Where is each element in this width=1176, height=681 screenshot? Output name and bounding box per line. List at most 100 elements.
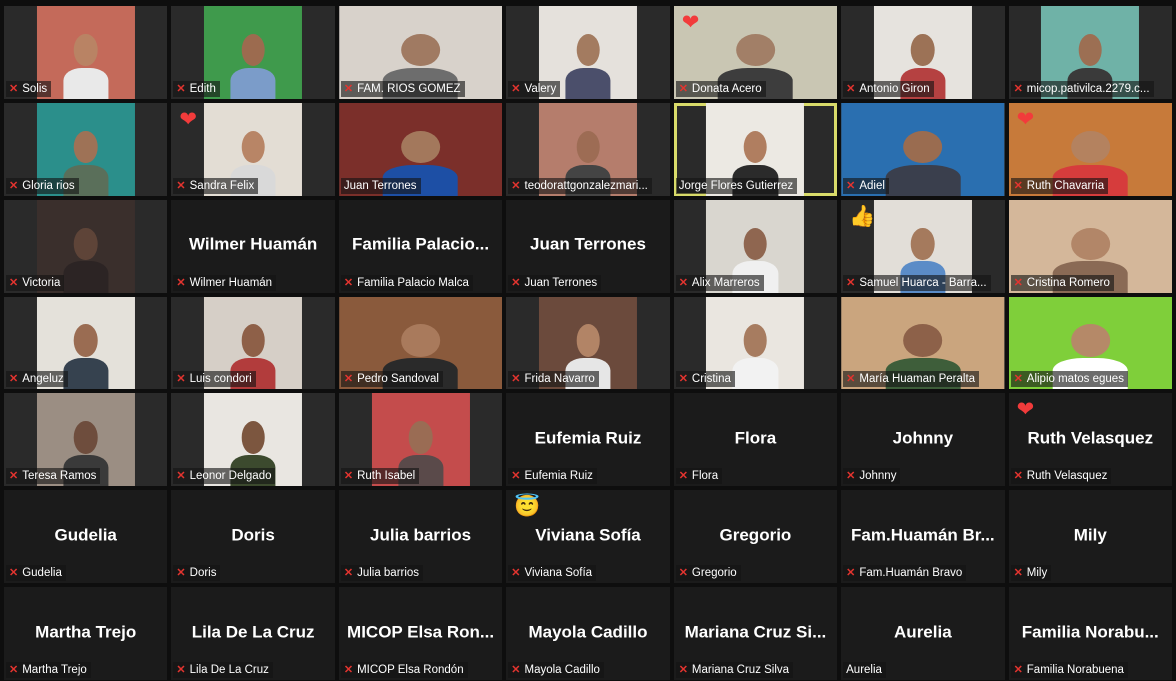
participant-tile[interactable]: Fam.Huamán Br... ✕ Fam.Huamán Bravo bbox=[841, 490, 1005, 584]
muted-microphone-icon: ✕ bbox=[678, 470, 688, 483]
participant-name-tag: Jorge Flores Gutierrez bbox=[675, 177, 798, 194]
participant-tile[interactable]: Mariana Cruz Si... ✕ Mariana Cruz Silva bbox=[673, 587, 838, 680]
participant-tile[interactable]: ✕ Cristina Romero bbox=[1008, 199, 1172, 293]
participant-tile[interactable]: ✕ Solis bbox=[4, 6, 168, 99]
silhouette-head bbox=[743, 227, 768, 261]
participant-name-tag: ✕ Gloria rios bbox=[6, 177, 79, 194]
participant-name: Donata Acero bbox=[691, 82, 762, 95]
participant-tile[interactable]: ✕ Alipio matos egues bbox=[1008, 296, 1172, 390]
participant-silhouette bbox=[230, 33, 276, 99]
participant-tile[interactable]: ✕ Angeluz bbox=[4, 296, 168, 390]
participant-tile[interactable]: Jorge Flores Gutierrez bbox=[673, 102, 838, 196]
participant-name: teodorattgonzalezmari... bbox=[524, 179, 648, 192]
participant-name: Frida Navarro bbox=[524, 373, 595, 386]
participant-tile[interactable]: Wilmer Huamán ✕ Wilmer Huamán bbox=[171, 199, 335, 293]
participant-tile[interactable]: Johnny ✕ Johnny bbox=[841, 393, 1005, 487]
participant-name: Angeluz bbox=[22, 373, 64, 386]
participant-tile[interactable]: ✕ Adiel bbox=[841, 102, 1005, 196]
participant-tile[interactable]: Aurelia Aurelia bbox=[841, 587, 1005, 680]
muted-microphone-icon: ✕ bbox=[846, 567, 856, 580]
participant-tile[interactable]: Mayola Cadillo ✕ Mayola Cadillo bbox=[506, 587, 670, 680]
participant-tile[interactable]: ✕ Frida Navarro bbox=[506, 296, 670, 390]
muted-microphone-icon: ✕ bbox=[343, 567, 354, 580]
participant-tile[interactable]: Gregorio ✕ Gregorio bbox=[673, 490, 838, 584]
participant-silhouette bbox=[565, 33, 611, 99]
muted-microphone-icon: ✕ bbox=[9, 179, 19, 192]
participant-display-name: Ruth Velasquez bbox=[1027, 428, 1154, 448]
participant-tile[interactable]: ✕ Ruth Isabel bbox=[338, 393, 503, 487]
participant-name: Gregorio bbox=[691, 567, 737, 580]
silhouette-head bbox=[1070, 324, 1110, 357]
participant-tile[interactable]: ✕ Leonor Delgado bbox=[171, 393, 335, 487]
participant-tile[interactable]: Familia Palacio... ✕ Familia Palacio Malca bbox=[338, 199, 503, 293]
participant-tile[interactable]: MICOP Elsa Ron... ✕ MICOP Elsa Rondón bbox=[338, 587, 503, 680]
participant-tile[interactable]: Juan Terrones bbox=[338, 102, 503, 196]
participant-name-tag: ✕ Martha Trejo bbox=[6, 661, 91, 678]
participant-tile[interactable]: ✕ Teresa Ramos bbox=[4, 393, 168, 487]
silhouette-body bbox=[63, 67, 109, 99]
heart-reaction-icon: ❤ bbox=[1016, 107, 1035, 131]
participant-name: Ruth Velasquez bbox=[1026, 470, 1108, 483]
participant-tile[interactable]: Ruth Velasquez ❤ ✕ Ruth Velasquez bbox=[1008, 393, 1172, 487]
participant-tile[interactable]: ❤ ✕ Ruth Chavarria bbox=[1008, 102, 1172, 196]
participant-display-name: Lila De La Cruz bbox=[191, 621, 315, 641]
participant-tile[interactable]: Flora ✕ Flora bbox=[673, 393, 838, 487]
muted-microphone-icon: ✕ bbox=[176, 373, 186, 386]
participant-tile[interactable]: ✕ Victoria bbox=[4, 199, 168, 293]
participant-tile[interactable]: Lila De La Cruz ✕ Lila De La Cruz bbox=[171, 587, 335, 680]
participant-display-name: Johnny bbox=[892, 428, 954, 448]
participant-name-tag: ✕ Antonio Giron bbox=[843, 80, 934, 97]
participant-tile[interactable]: Eufemia Ruiz ✕ Eufemia Ruiz bbox=[506, 393, 670, 487]
participant-tile[interactable]: ✕ Alix Marreros bbox=[673, 199, 838, 293]
muted-microphone-icon: ✕ bbox=[1013, 567, 1023, 580]
silhouette-head bbox=[401, 324, 441, 357]
participant-tile[interactable]: Doris ✕ Doris bbox=[171, 490, 335, 584]
participant-tile[interactable]: Mily ✕ Mily bbox=[1008, 490, 1172, 584]
participant-tile[interactable]: Julia barrios ✕ Julia barrios bbox=[338, 490, 503, 584]
silhouette-head bbox=[743, 324, 768, 357]
participant-silhouette bbox=[63, 33, 109, 99]
participant-name: Familia Norabuena bbox=[1026, 663, 1124, 676]
participant-tile[interactable]: Gudelia ✕ Gudelia bbox=[4, 490, 168, 584]
participant-name: Cristina Romero bbox=[1026, 276, 1110, 289]
participant-tile[interactable]: ✕ teodorattgonzalezmari... bbox=[506, 102, 670, 196]
participant-display-name: Eufemia Ruiz bbox=[534, 428, 642, 448]
silhouette-head bbox=[576, 33, 600, 67]
participant-tile[interactable]: ✕ FAM. RIOS GOMEZ bbox=[338, 6, 503, 99]
participant-tile[interactable]: ❤ ✕ Sandra Felix bbox=[171, 102, 335, 196]
participant-tile[interactable]: Familia Norabu... ✕ Familia Norabuena bbox=[1008, 587, 1172, 680]
muted-microphone-icon: ✕ bbox=[1013, 663, 1023, 676]
participant-name: micop.pativilca.2279.c... bbox=[1026, 82, 1150, 95]
participant-tile[interactable]: ✕ Gloria rios bbox=[4, 102, 168, 196]
muted-microphone-icon: ✕ bbox=[176, 470, 186, 483]
participant-name: Valery bbox=[524, 82, 557, 95]
silhouette-head bbox=[576, 324, 600, 357]
participant-tile[interactable]: ✕ Edith bbox=[171, 6, 335, 99]
participant-tile[interactable]: Viviana Sofía 😇 ✕ Viviana Sofía bbox=[506, 490, 670, 584]
silhouette-head bbox=[73, 130, 98, 164]
silhouette-head bbox=[73, 227, 98, 261]
participant-tile[interactable]: ❤ ✕ Donata Acero bbox=[673, 6, 838, 99]
participant-tile[interactable]: ✕ Cristina bbox=[673, 296, 838, 390]
silhouette-head bbox=[401, 33, 441, 67]
participant-display-name: Viviana Sofía bbox=[535, 525, 641, 545]
participant-name-tag: ✕ María Huaman Peralta bbox=[843, 371, 980, 388]
participant-tile[interactable]: ✕ Antonio Giron bbox=[841, 6, 1005, 99]
participant-name-tag: ✕ Adiel bbox=[843, 177, 889, 194]
participant-tile[interactable]: Juan Terrones ✕ Juan Terrones bbox=[506, 199, 670, 293]
participant-tile[interactable]: ✕ Valery bbox=[506, 6, 670, 99]
participant-display-name: Mariana Cruz Si... bbox=[684, 621, 827, 641]
participant-display-name: Gudelia bbox=[54, 525, 117, 545]
participant-tile[interactable]: ✕ Luis condori bbox=[171, 296, 335, 390]
participant-tile[interactable]: Martha Trejo ✕ Martha Trejo bbox=[4, 587, 168, 680]
participant-name: Alipio matos egues bbox=[1026, 373, 1124, 386]
participant-tile[interactable]: 👍 ✕ Samuel Huarca - Barra... bbox=[841, 199, 1005, 293]
participant-tile[interactable]: ✕ Pedro Sandoval bbox=[338, 296, 503, 390]
participant-name-tag: ✕ Fam.Huamán Bravo bbox=[843, 565, 967, 582]
participant-tile[interactable]: ✕ María Huaman Peralta bbox=[841, 296, 1005, 390]
participant-name: Pedro Sandoval bbox=[357, 373, 439, 386]
participant-tile[interactable]: ✕ micop.pativilca.2279.c... bbox=[1008, 6, 1172, 99]
participant-name-tag: ✕ Ruth Velasquez bbox=[1010, 468, 1112, 485]
participant-name-tag: ✕ Gregorio bbox=[675, 565, 741, 582]
participant-name: Johnny bbox=[859, 470, 897, 483]
